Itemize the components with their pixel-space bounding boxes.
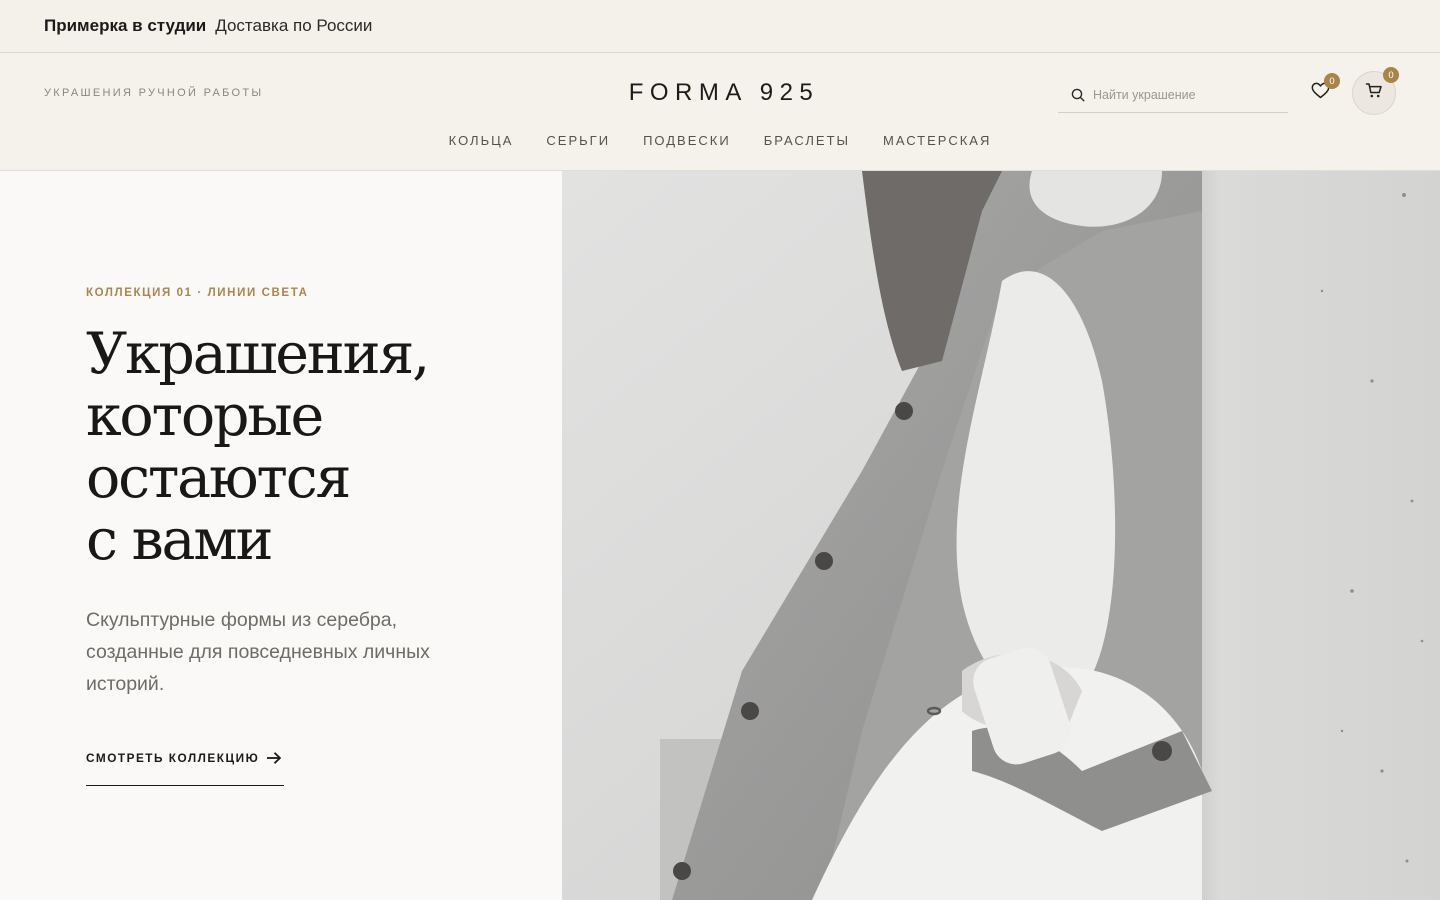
top-announcement-bar: Примерка в студии Доставка по России	[0, 0, 1440, 53]
search-input[interactable]	[1093, 87, 1273, 102]
cart-count-badge: 0	[1383, 67, 1399, 83]
nav-item-workshop[interactable]: МАСТЕРСКАЯ	[883, 133, 991, 148]
headline-line: с вами	[86, 507, 273, 573]
view-collection-button[interactable]: СМОТРЕТЬ КОЛЛЕКЦИЮ	[86, 748, 284, 786]
view-collection-label: СМОТРЕТЬ КОЛЛЕКЦИЮ	[86, 751, 260, 765]
search-icon[interactable]	[1070, 87, 1086, 103]
site-header: УКРАШЕНИЯ РУЧНОЙ РАБОТЫ FORMA 925 0 0 КО…	[0, 53, 1440, 171]
headline-line: Украшения,	[86, 321, 430, 387]
headline-line: которые	[86, 383, 324, 449]
hero-image	[562, 171, 1440, 900]
nav-item-pendants[interactable]: ПОДВЕСКИ	[643, 133, 731, 148]
model-photo	[562, 171, 1440, 900]
delivery-info-link[interactable]: Доставка по России	[215, 16, 372, 36]
collection-kicker: КОЛЛЕКЦИЯ 01 · ЛИНИИ СВЕТА	[86, 287, 309, 299]
studio-fitting-link[interactable]: Примерка в студии	[44, 16, 206, 36]
arrow-right-icon	[266, 751, 282, 770]
nav-item-earrings[interactable]: СЕРЬГИ	[546, 133, 610, 148]
cart-button[interactable]: 0	[1352, 67, 1399, 115]
wishlist-button[interactable]: 0	[1308, 73, 1340, 105]
nav-item-rings[interactable]: КОЛЬЦА	[449, 133, 514, 148]
cart-icon	[1365, 82, 1383, 104]
nav-item-bracelets[interactable]: БРАСЛЕТЫ	[764, 133, 850, 148]
search-box[interactable]	[1058, 77, 1288, 113]
main-nav: КОЛЬЦА СЕРЬГИ ПОДВЕСКИ БРАСЛЕТЫ МАСТЕРСК…	[0, 133, 1440, 148]
hero-subtitle: Скульптурные формы из серебра, созданные…	[86, 609, 430, 695]
hero-text-panel: КОЛЛЕКЦИЯ 01 · ЛИНИИ СВЕТА Украшения, ко…	[0, 171, 562, 900]
wishlist-count-badge: 0	[1324, 73, 1340, 89]
hero-headline: Украшения, которые остаются с вами	[86, 323, 526, 571]
headline-line: остаются	[86, 445, 351, 511]
